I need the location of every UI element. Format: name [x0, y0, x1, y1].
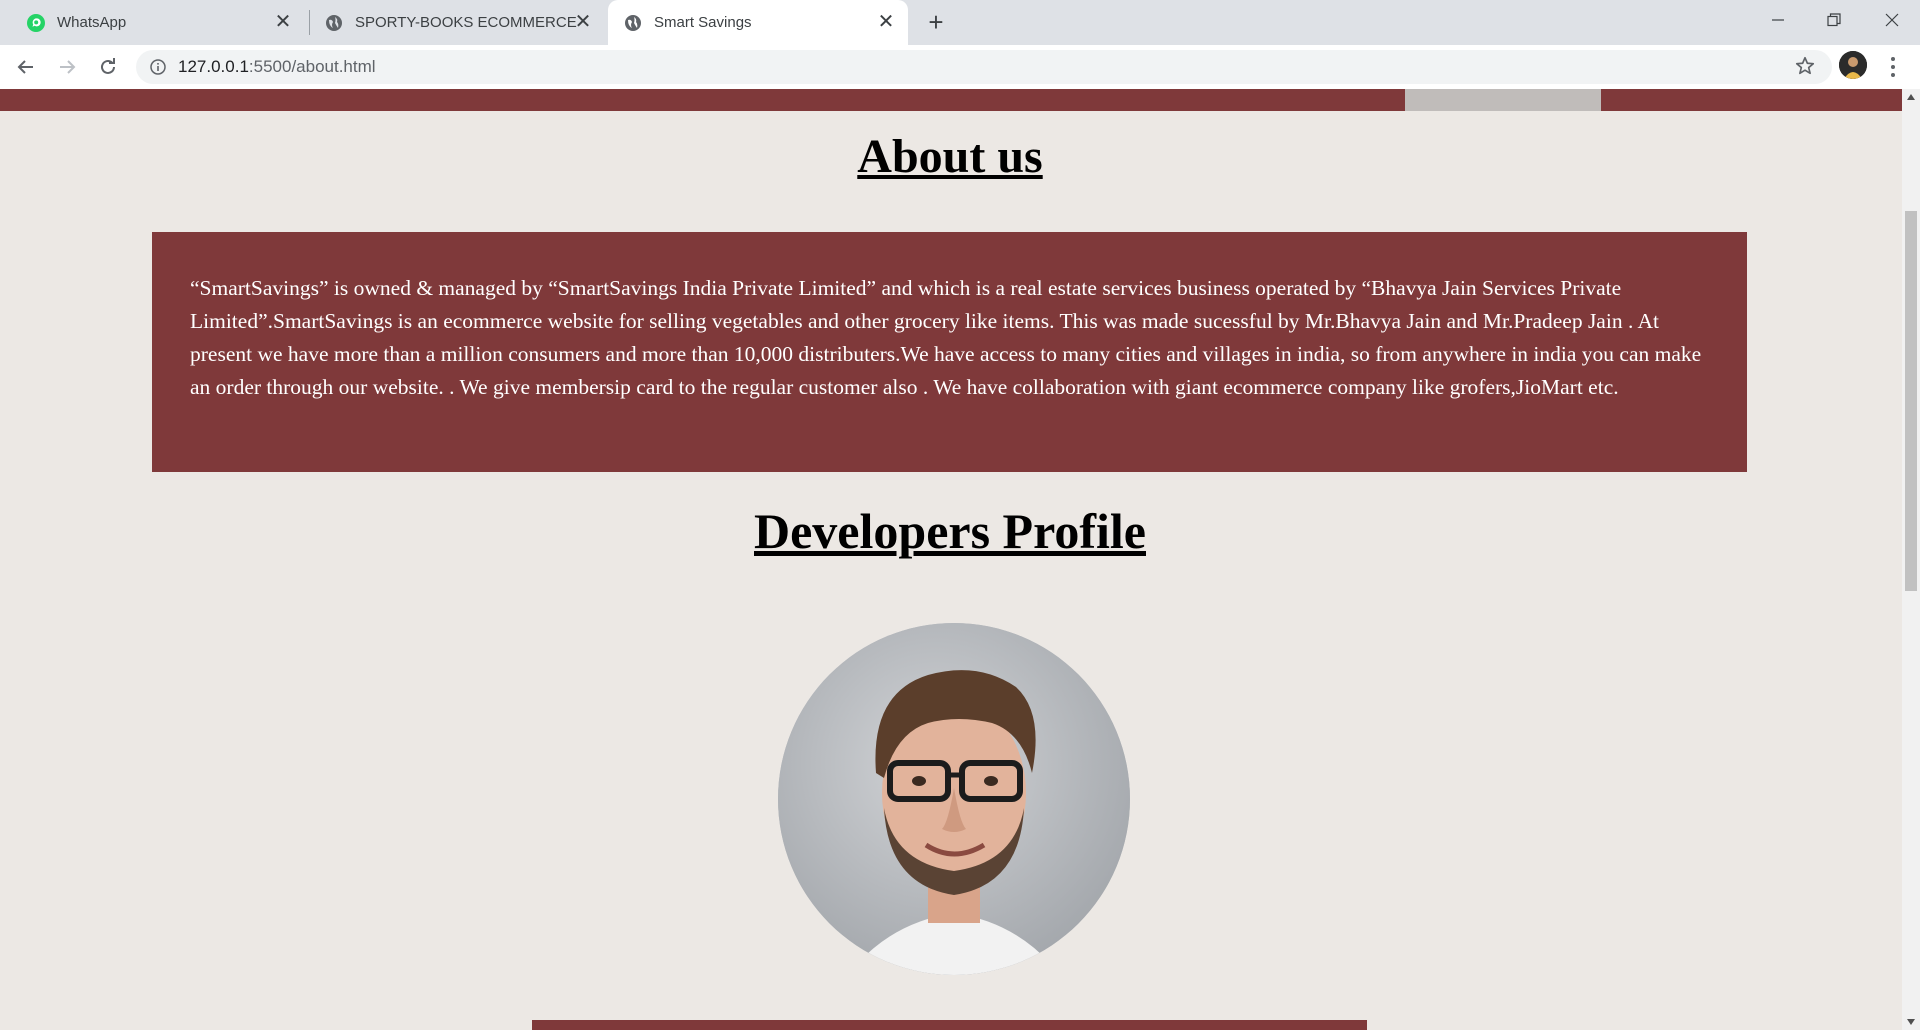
tab-title: SPORTY-BOOKS ECOMMERCE: [355, 14, 577, 31]
developer-photo: [778, 623, 1130, 975]
navbar-active-item[interactable]: [1405, 89, 1601, 111]
profile-avatar[interactable]: [1839, 51, 1867, 79]
arrow-right-icon: [60, 60, 76, 74]
tab-smart-savings[interactable]: Smart Savings ✕: [608, 0, 908, 45]
back-button[interactable]: [12, 53, 40, 81]
scroll-up-button[interactable]: [1902, 89, 1920, 105]
navbar-strip: [0, 89, 1902, 111]
close-icon[interactable]: ✕: [876, 12, 896, 32]
close-icon[interactable]: ✕: [573, 12, 593, 32]
tab-whatsapp[interactable]: WhatsApp ✕: [0, 0, 305, 45]
about-us-box: “SmartSavings” is owned & managed by “Sm…: [152, 232, 1747, 472]
restore-button[interactable]: [1806, 0, 1862, 40]
more-vert-icon: [1891, 57, 1895, 77]
menu-button[interactable]: [1883, 54, 1903, 80]
globe-icon: [325, 14, 343, 32]
page-viewport: About us “SmartSavings” is owned & manag…: [0, 89, 1902, 1030]
url-host: 127.0.0.1: [178, 57, 249, 76]
star-icon: [1795, 56, 1815, 75]
close-window-button[interactable]: [1864, 0, 1920, 40]
bookmark-star-button[interactable]: [1794, 55, 1818, 79]
developer-card: [532, 1020, 1367, 1030]
triangle-down-icon: [1907, 1019, 1915, 1025]
tab-title: WhatsApp: [57, 14, 127, 31]
reload-button[interactable]: [94, 53, 122, 81]
developers-profile-heading: Developers Profile: [754, 503, 1146, 559]
browser-toolbar: 127.0.0.1:5500/about.html: [0, 45, 1920, 89]
url-text[interactable]: 127.0.0.1:5500/about.html: [178, 50, 376, 84]
restore-icon: [1827, 13, 1841, 27]
about-us-text: “SmartSavings” is owned & managed by “Sm…: [190, 276, 1702, 399]
tab-title: Smart Savings: [654, 14, 752, 31]
triangle-up-icon: [1907, 94, 1915, 100]
whatsapp-icon: [27, 13, 45, 32]
minimize-button[interactable]: [1750, 0, 1806, 40]
globe-icon: [624, 14, 642, 32]
close-icon: [1885, 13, 1899, 27]
about-us-heading: About us: [857, 130, 1043, 183]
url-path: :5500/about.html: [248, 57, 376, 76]
arrow-left-icon: [17, 60, 33, 74]
tab-strip: WhatsApp ✕ SPORTY-BOOKS ECOMMERCE ✕ Smar…: [0, 0, 1920, 45]
new-tab-button[interactable]: +: [922, 8, 950, 36]
forward-button[interactable]: [53, 53, 81, 81]
minimize-icon: [1772, 19, 1784, 21]
reload-icon: [101, 58, 115, 74]
tab-sporty-books[interactable]: SPORTY-BOOKS ECOMMERCE ✕: [310, 0, 605, 45]
address-bar[interactable]: 127.0.0.1:5500/about.html: [136, 50, 1832, 84]
info-icon: [150, 59, 166, 75]
scroll-down-button[interactable]: [1902, 1014, 1920, 1030]
close-icon[interactable]: ✕: [273, 12, 293, 32]
scroll-thumb[interactable]: [1905, 211, 1917, 591]
page-scrollbar[interactable]: [1902, 89, 1920, 1030]
